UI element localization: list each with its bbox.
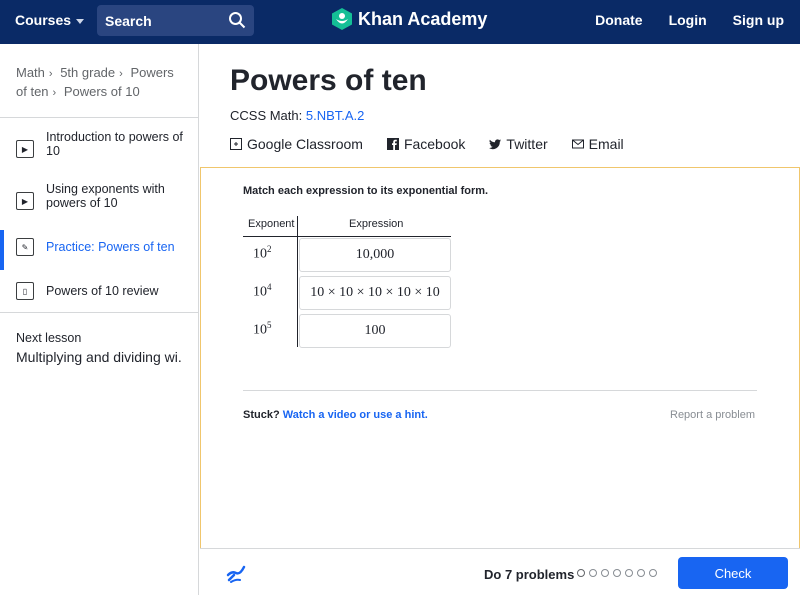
chevron-right-icon: › [48, 68, 53, 80]
share-label: Twitter [506, 136, 548, 152]
search-input[interactable] [105, 12, 220, 29]
stuck-help: Stuck? Watch a video or use a hint. [243, 409, 428, 421]
exercise-footer: Do 7 problems Check [200, 548, 800, 595]
article-icon: ▯ [16, 282, 34, 300]
lesson-intro-powers-of-10[interactable]: ▶ Introduction to powers of 10 [0, 130, 198, 158]
divider [243, 390, 757, 391]
table-divider [243, 236, 451, 237]
share-label: Google Classroom [247, 136, 363, 152]
progress-dot [649, 569, 657, 577]
logo-icon [332, 8, 352, 30]
exponent-cell: 105 [253, 320, 272, 339]
share-twitter[interactable]: Twitter [489, 136, 548, 152]
column-header-exponent: Exponent [248, 218, 295, 230]
pencil-icon: ✎ [16, 238, 34, 256]
progress-dot [613, 569, 621, 577]
exponent-base: 10 [253, 284, 267, 300]
share-label: Email [588, 136, 624, 152]
exercise-panel: Match each expression to its exponential… [200, 167, 800, 548]
expression-card[interactable]: 100 [299, 314, 451, 348]
share-google-classroom[interactable]: Google Classroom [230, 136, 363, 152]
check-button[interactable]: Check [678, 557, 788, 589]
lesson-practice-powers-of-ten[interactable]: ✎ Practice: Powers of ten [0, 230, 198, 270]
courses-label: Courses [15, 12, 72, 28]
exponent-base: 10 [253, 322, 267, 338]
lesson-label: Introduction to powers of 10 [46, 130, 183, 158]
breadcrumb: Math › 5th grade › Powers of ten › Powers o… [0, 44, 198, 118]
email-icon [571, 139, 584, 149]
breadcrumb-5th-grade[interactable]: 5th grade [60, 65, 115, 80]
donate-link[interactable]: Donate [595, 12, 642, 28]
lesson-label: Using exponents with powers of 10 [46, 182, 165, 210]
progress-dot [601, 569, 609, 577]
exponent-power: 2 [267, 244, 272, 254]
login-link[interactable]: Login [669, 12, 707, 28]
chevron-right-icon: › [119, 68, 123, 80]
account-nav: Donate Login Sign up [595, 12, 784, 28]
next-lesson-title: Multiplying and dividing wi... [16, 349, 182, 365]
share-label: Facebook [403, 136, 466, 152]
hint-link[interactable]: Watch a video or use a hint. [283, 409, 428, 421]
lesson-label: Practice: Powers of ten [46, 240, 175, 254]
ccss-standard: CCSS Math: 5.NBT.A.2 [230, 108, 364, 123]
progress-dot [589, 569, 597, 577]
progress-dot [577, 569, 585, 577]
share-bar: Google Classroom Facebook Twitter Email [230, 136, 624, 152]
exponent-power: 5 [267, 320, 272, 330]
main-content: Powers of ten CCSS Math: 5.NBT.A.2 Googl… [200, 44, 800, 595]
signup-link[interactable]: Sign up [733, 12, 784, 28]
google-classroom-icon [230, 138, 242, 150]
share-facebook[interactable]: Facebook [386, 136, 466, 152]
scratchpad-icon[interactable] [226, 563, 246, 583]
exponent-base: 10 [253, 246, 267, 262]
exercise-prompt: Match each expression to its exponential… [243, 185, 489, 197]
twitter-icon [489, 139, 502, 150]
progress-dot [637, 569, 645, 577]
play-icon: ▶ [16, 192, 34, 210]
page-title: Powers of ten [230, 64, 427, 97]
next-lesson-label: Next lesson [16, 331, 82, 345]
breadcrumb-math[interactable]: Math [16, 65, 45, 80]
lesson-powers-of-10-review[interactable]: ▯ Powers of 10 review [0, 282, 198, 300]
next-lesson[interactable]: Next lesson Multiplying and dividing wi.… [0, 313, 198, 383]
play-icon: ▶ [16, 140, 34, 158]
search-icon[interactable] [228, 11, 246, 29]
ccss-link[interactable]: 5.NBT.A.2 [306, 108, 365, 123]
lesson-sidebar: Math › 5th grade › Powers of ten › Powers o… [0, 44, 199, 595]
lesson-using-exponents[interactable]: ▶ Using exponents with powers of 10 [0, 182, 198, 210]
table-divider [297, 216, 298, 347]
problem-count: Do 7 problems [484, 567, 575, 582]
breadcrumb-powers-of-10[interactable]: Powers of 10 [64, 84, 140, 99]
progress-dots [577, 569, 657, 577]
brand-name: Khan Academy [358, 8, 488, 29]
report-problem-link[interactable]: Report a problem [670, 409, 755, 421]
chevron-down-icon [76, 18, 85, 24]
stuck-label: Stuck? [243, 409, 280, 421]
courses-menu-button[interactable]: Courses [15, 12, 85, 28]
exponent-cell: 104 [253, 282, 272, 301]
khan-academy-logo[interactable]: Khan Academy [332, 8, 487, 30]
expression-card[interactable]: 10,000 [299, 238, 451, 272]
lesson-label: Powers of 10 review [46, 284, 159, 298]
lesson-list: ▶ Introduction to powers of 10 ▶ Using e… [0, 130, 198, 313]
expression-card[interactable]: 10 × 10 × 10 × 10 × 10 [299, 276, 451, 310]
ccss-prefix: CCSS Math: [230, 108, 306, 123]
chevron-right-icon: › [52, 87, 57, 99]
exponent-power: 4 [267, 282, 272, 292]
column-header-expression: Expression [349, 218, 404, 230]
facebook-icon [386, 138, 399, 150]
share-email[interactable]: Email [571, 136, 624, 152]
top-navbar: Courses Khan Academy Donate Login Sign u… [0, 0, 800, 44]
progress-dot [625, 569, 633, 577]
exponent-cell: 102 [253, 244, 272, 263]
search-box [97, 5, 254, 36]
